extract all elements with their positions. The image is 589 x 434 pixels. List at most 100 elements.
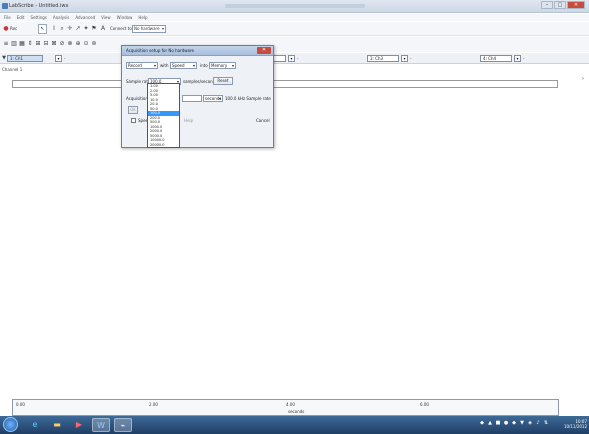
internet-explorer-icon[interactable]: e <box>26 418 44 432</box>
dialog-close-button[interactable]: ✕ <box>257 47 271 54</box>
title-center-bar <box>225 4 365 8</box>
volume-icon[interactable]: ♪ <box>535 420 541 426</box>
help-label[interactable]: Help <box>184 118 193 123</box>
autoscale-icon[interactable]: ⇕ <box>27 41 33 47</box>
speed-checkbox[interactable] <box>131 118 136 123</box>
channel-1-dropdown[interactable]: ▾ <box>55 55 62 62</box>
marker-icon[interactable]: ✦ <box>83 26 89 32</box>
tray-icon[interactable]: ◈ <box>527 420 533 426</box>
sample-rate-dropdown-list: 1.00 2.00 5.00 10.0 20.0 50.0 100.0 200.… <box>147 83 180 148</box>
flag-icon[interactable]: ⚑ <box>91 26 97 32</box>
invert-icon[interactable]: ⊘ <box>59 41 65 47</box>
acquisition-field[interactable] <box>182 95 202 102</box>
plot-area[interactable] <box>0 89 589 401</box>
menu-advanced[interactable]: Advanced <box>75 14 95 21</box>
acquisition-note: 100.0 kHz Sample rate <box>225 96 271 101</box>
dialog-title-bar: Acquisition setup for No hardware ✕ <box>122 46 273 56</box>
device-select[interactable]: Record <box>126 62 158 69</box>
minimize-button[interactable]: – <box>541 1 553 9</box>
zoom-icon[interactable]: ⌕ <box>59 26 65 32</box>
labscribe-icon[interactable]: ⌁ <box>114 418 132 432</box>
word-icon[interactable]: W <box>92 418 110 432</box>
channel-4-dash: - <box>523 56 525 61</box>
file-select[interactable]: Memory <box>209 62 236 69</box>
channel-1-select[interactable]: 1: Ch1 <box>7 55 43 62</box>
half-screen-icon[interactable]: ≡ <box>3 41 9 47</box>
sync-icon[interactable]: ⊚ <box>91 41 97 47</box>
x-tick-1: 2.00 <box>149 402 158 407</box>
channel-plot-strip[interactable] <box>12 80 558 88</box>
channel-4-dropdown[interactable]: ▾ <box>514 55 521 62</box>
menu-settings[interactable]: Settings <box>30 14 46 21</box>
overlay-icon[interactable]: ⊙ <box>83 41 89 47</box>
record-icon[interactable]: ● <box>3 26 9 32</box>
taskbar: e ▬ ▶ W ⌁ ◆ ▲ ■ ● ◆ ▼ ◈ ♪ ⇅ 10:07 10/11/… <box>0 416 589 434</box>
channel-1-dash: - <box>64 56 66 61</box>
menu-file[interactable]: File <box>4 14 11 21</box>
display-time-icon[interactable]: ▥ <box>11 41 17 47</box>
x-tick-2: 4.00 <box>286 402 295 407</box>
menu-edit[interactable]: Edit <box>17 14 25 21</box>
tray-icon[interactable]: ◆ <box>511 420 517 426</box>
into-label: into <box>200 63 208 68</box>
filter-icon[interactable]: ⊗ <box>67 41 73 47</box>
menu-window[interactable]: Window <box>117 14 133 21</box>
record-label[interactable]: Rec <box>10 25 17 33</box>
acquisition-unit-select[interactable]: seconds <box>203 95 223 102</box>
menu-view[interactable]: View <box>101 14 111 21</box>
maximize-button[interactable]: □ <box>554 1 566 9</box>
channel-3-dropdown[interactable]: ▾ <box>401 55 408 62</box>
scale-icon[interactable]: ⊠ <box>51 41 57 47</box>
tray-icon[interactable]: ◆ <box>479 420 485 426</box>
secondary-toolbar: ≡ ▥ ▦ ⇕ ⊞ ⊟ ⊠ ⊘ ⊗ ⊕ ⊙ ⊚ <box>0 37 589 52</box>
title-bar: LabScribe - Untitled.iwx – □ ✕ <box>0 0 589 13</box>
rate-option[interactable]: 20000.0 <box>148 143 179 148</box>
arrow-icon[interactable]: ↗ <box>75 26 81 32</box>
pointer-button[interactable]: ↖ <box>38 24 47 34</box>
reset-button[interactable]: Reset <box>213 77 233 85</box>
ok-button[interactable]: OK <box>128 106 138 114</box>
channel-2-dropdown[interactable]: ▾ <box>288 55 295 62</box>
trace-icon[interactable]: ⊕ <box>75 41 81 47</box>
acquisition-label: Acquisition <box>126 96 148 101</box>
tray-icon[interactable]: ▲ <box>487 420 493 426</box>
x-axis[interactable]: 0.00 2.00 4.00 6.00 seconds <box>12 399 559 416</box>
menu-analysis[interactable]: Analysis <box>53 14 69 21</box>
channel-row-label: Channel 1 <box>2 67 23 72</box>
channel-4-select[interactable]: 4: Ch4 <box>480 55 512 62</box>
split-icon[interactable]: ⊟ <box>43 41 49 47</box>
cursor-icon[interactable]: I <box>51 26 57 32</box>
grid-icon[interactable]: ⊞ <box>35 41 41 47</box>
dialog-title: Acquisition setup for No hardware <box>126 48 194 53</box>
with-label: with <box>160 63 169 68</box>
tray-icon[interactable]: ▼ <box>519 420 525 426</box>
menu-bar: File Edit Settings Analysis Advanced Vie… <box>0 14 589 21</box>
connect-select[interactable]: No hardware <box>132 25 166 33</box>
connect-label: Connect to <box>110 26 132 31</box>
type-select[interactable]: Speed <box>170 62 197 69</box>
double-display-icon[interactable]: ▦ <box>19 41 25 47</box>
folder-icon[interactable]: ▬ <box>48 418 66 432</box>
cancel-label[interactable]: Cancel <box>256 118 270 123</box>
system-tray: ◆ ▲ ■ ● ◆ ▼ ◈ ♪ ⇅ <box>479 420 549 426</box>
tray-icon[interactable]: ■ <box>495 420 501 426</box>
x-axis-label: seconds <box>288 409 305 414</box>
main-toolbar: ● Rec ↖ I ⌕ ✛ ↗ ✦ ⚑ A Connect to No hard… <box>0 22 589 36</box>
acquisition-dialog: Acquisition setup for No hardware ✕ Reco… <box>121 45 274 148</box>
channel-3-dash: - <box>410 56 412 61</box>
window-title: LabScribe - Untitled.iwx <box>9 3 69 9</box>
x-tick-0: 0.00 <box>16 402 25 407</box>
network-icon[interactable]: ⇅ <box>543 420 549 426</box>
menu-help[interactable]: Help <box>138 14 147 21</box>
media-player-icon[interactable]: ▶ <box>70 418 88 432</box>
clock[interactable]: 10:07 10/11/2012 <box>564 419 587 429</box>
channel-bar: ▼ 1: Ch1 ▾ - 2: Ch2 ▾ - 3: Ch3 ▾ - 4: Ch… <box>0 53 589 64</box>
x-tick-3: 6.00 <box>420 402 429 407</box>
label-icon[interactable]: A <box>100 26 106 32</box>
scroll-right-icon[interactable]: › <box>582 76 584 82</box>
move-icon[interactable]: ✛ <box>67 26 73 32</box>
channel-3-select[interactable]: 3: Ch3 <box>367 55 399 62</box>
tray-icon[interactable]: ● <box>503 420 509 426</box>
close-button[interactable]: ✕ <box>567 1 585 9</box>
windows-start-icon[interactable] <box>3 417 18 432</box>
